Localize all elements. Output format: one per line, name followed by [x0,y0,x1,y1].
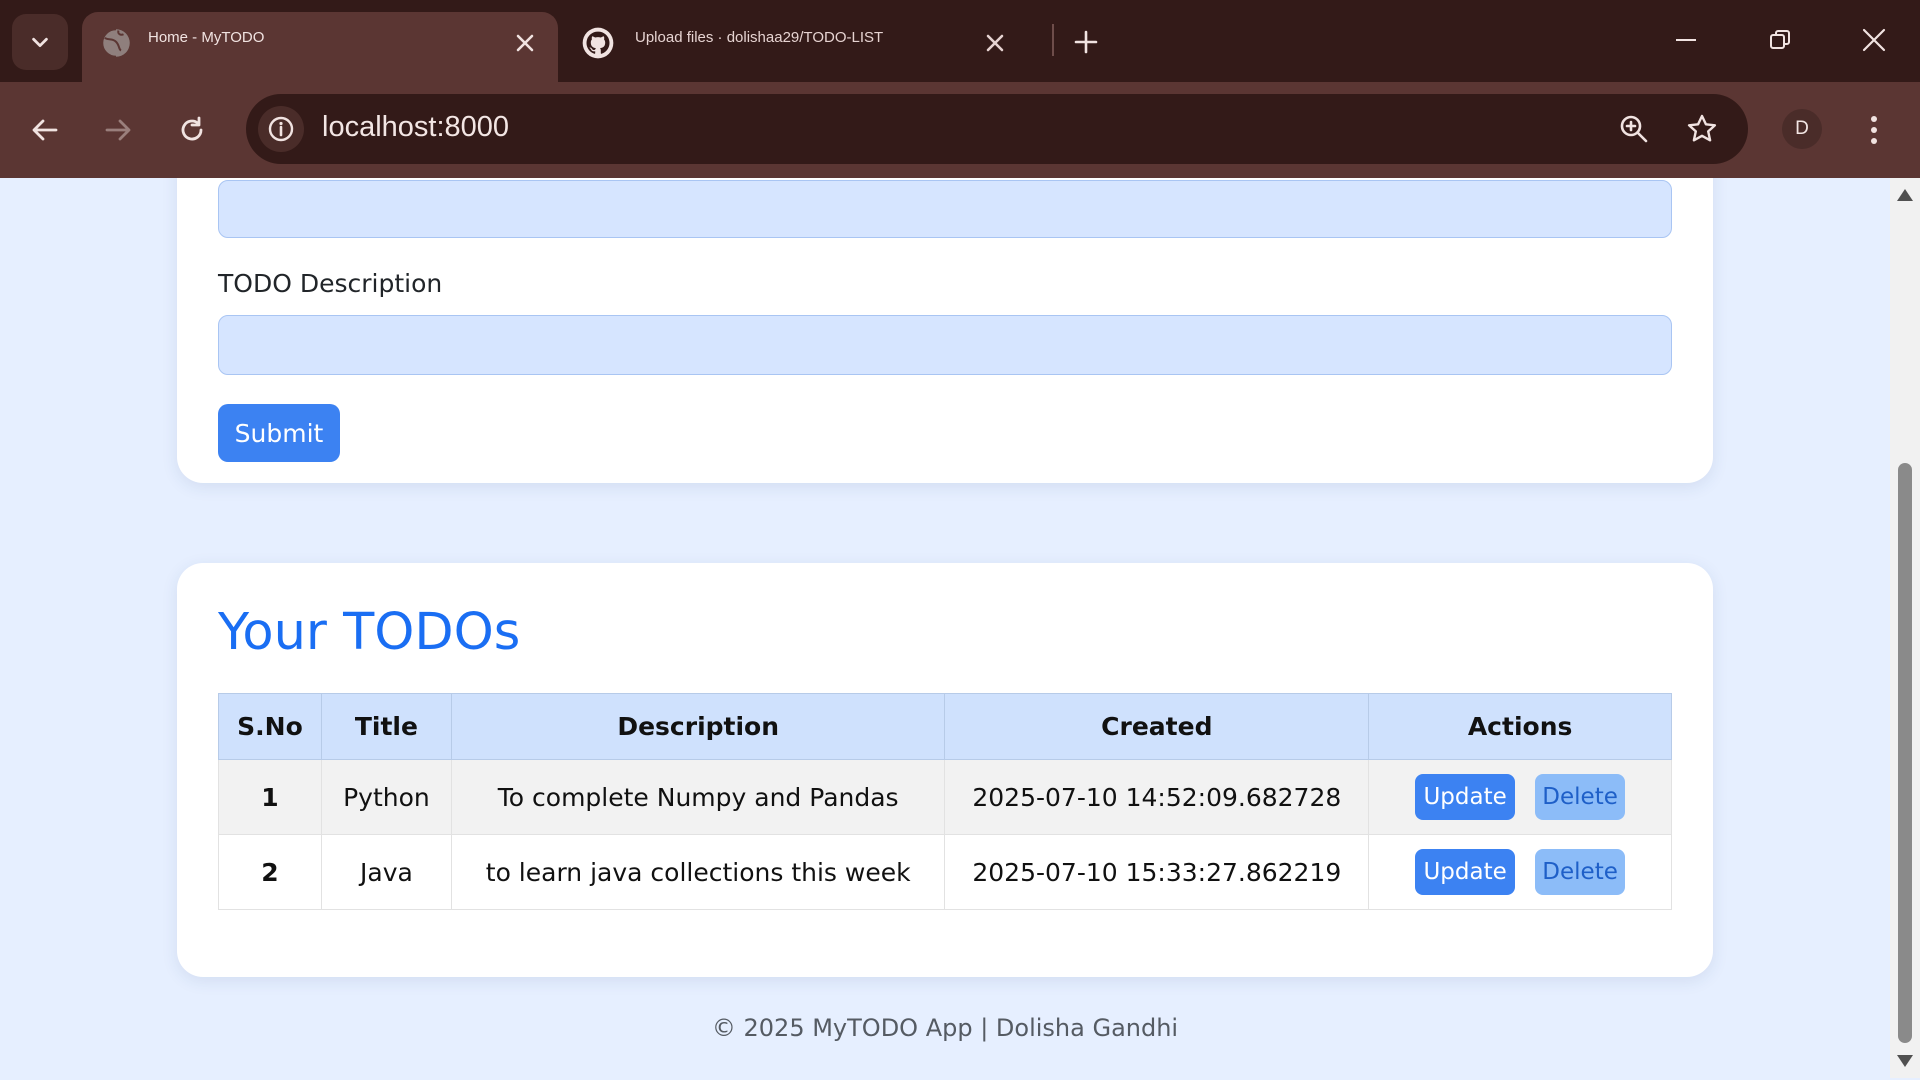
update-button[interactable]: Update [1415,774,1516,820]
cell-sno: 1 [218,759,322,835]
scrollbar-thumb[interactable] [1898,463,1912,1043]
globe-icon [100,27,132,59]
bookmark-button[interactable] [1682,109,1722,149]
scroll-down-button[interactable] [1890,1050,1920,1072]
close-icon [1862,28,1886,52]
site-info-button[interactable] [258,106,304,152]
column-header-description: Description [450,693,946,760]
address-bar[interactable]: localhost:8000 [246,94,1748,164]
profile-avatar[interactable]: D [1782,109,1822,149]
url-text[interactable]: localhost:8000 [322,111,509,144]
column-header-actions: Actions [1368,693,1672,760]
browser-menu-button[interactable] [1856,106,1892,154]
todo-list-heading: Your TODOs [218,603,521,662]
page-viewport: TODO Description Submit Your TODOs S.No … [0,178,1890,1078]
restore-icon [1770,30,1790,49]
chevron-down-icon [32,37,48,48]
cell-description: To complete Numpy and Pandas [450,759,946,835]
cell-actions: Update Delete [1368,759,1672,835]
cell-title: Java [320,834,452,910]
table-row: 1 Python To complete Numpy and Pandas 20… [218,759,1672,835]
tab-separator [1052,24,1054,56]
new-tab-button[interactable] [1066,22,1106,62]
reload-button[interactable] [168,106,216,154]
table-header-row: S.No Title Description Created Actions [218,693,1672,760]
description-label: TODO Description [218,269,443,298]
plus-icon [1074,30,1098,54]
update-button[interactable]: Update [1415,849,1516,895]
submit-button[interactable]: Submit [218,404,340,462]
todo-table: S.No Title Description Created Actions 1… [218,693,1672,910]
arrow-left-icon [32,119,58,141]
close-window-button[interactable] [1844,14,1904,66]
column-header-created: Created [944,693,1370,760]
cell-description: to learn java collections this week [450,834,946,910]
cell-created: 2025-07-10 14:52:09.682728 [944,759,1370,835]
tab-upload-files[interactable]: Upload files · dolishaa29/TODO-LIST [570,12,1028,82]
zoom-button[interactable] [1614,109,1654,149]
page-scrollbar[interactable] [1890,178,1920,1078]
info-icon [268,116,294,142]
star-icon [1687,114,1717,142]
todo-list-card: Your TODOs S.No Title Description Create… [177,563,1713,977]
close-tab-button[interactable] [980,28,1010,58]
minimize-icon [1676,39,1696,41]
page-footer: © 2025 MyTODO App | Dolisha Gandhi [711,1014,1179,1042]
close-tab-button[interactable] [510,28,540,58]
cell-sno: 2 [218,834,322,910]
cell-actions: Update Delete [1368,834,1672,910]
triangle-down-icon [1897,1055,1913,1067]
todo-description-input[interactable] [218,315,1672,375]
minimize-button[interactable] [1656,14,1716,66]
close-icon [986,34,1004,52]
browser-toolbar: localhost:8000 D [0,82,1920,178]
scroll-up-button[interactable] [1890,184,1920,206]
arrow-right-icon [105,119,131,141]
forward-button[interactable] [94,106,142,154]
delete-button[interactable]: Delete [1535,774,1626,820]
cell-title: Python [320,759,452,835]
tab-search-button[interactable] [12,14,68,70]
delete-button[interactable]: Delete [1535,849,1626,895]
column-header-title: Title [320,693,452,760]
add-todo-card: TODO Description Submit [177,178,1713,483]
table-row: 2 Java to learn java collections this we… [218,834,1672,910]
tab-home-mytodo[interactable]: Home - MyTODO [82,12,558,82]
close-icon [516,34,534,52]
reload-icon [181,116,203,141]
zoom-in-icon [1620,115,1648,143]
more-vertical-icon [1871,116,1877,144]
todo-title-input[interactable] [218,180,1672,238]
triangle-up-icon [1897,189,1913,201]
column-header-sno: S.No [218,693,322,760]
cell-created: 2025-07-10 15:33:27.862219 [944,834,1370,910]
back-button[interactable] [21,106,69,154]
tab-title: Upload files · dolishaa29/TODO-LIST [635,29,884,46]
github-icon [582,27,614,59]
restore-button[interactable] [1750,14,1810,66]
tab-title: Home - MyTODO [148,29,265,46]
browser-tab-strip: Home - MyTODO Upload files · dolishaa29/… [0,0,1920,82]
